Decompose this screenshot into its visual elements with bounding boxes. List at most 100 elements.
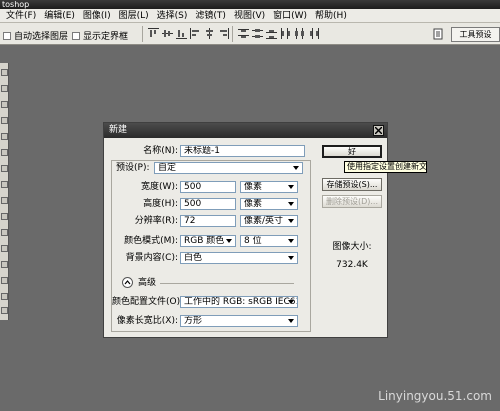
- marquee-tool-icon[interactable]: [1, 85, 8, 92]
- height-field[interactable]: 500: [180, 198, 236, 210]
- menu-file[interactable]: 文件(F): [2, 9, 40, 23]
- resolution-field[interactable]: 72: [180, 215, 236, 227]
- menu-image[interactable]: 图像(I): [79, 9, 115, 23]
- close-button[interactable]: [373, 125, 384, 136]
- align-vcenter-icon[interactable]: [162, 28, 173, 39]
- lasso-tool-icon[interactable]: [1, 101, 8, 108]
- color-mode-label: 颜色模式(M):: [124, 236, 178, 246]
- width-field[interactable]: 500: [180, 181, 236, 193]
- align-hcenter-icon[interactable]: [204, 28, 215, 39]
- color-profile-value: 工作中的 RGB: sRGB IEC6196...: [184, 297, 297, 307]
- ok-tooltip: 使用指定设置创建新文档: [344, 161, 427, 173]
- distribute-top-icon[interactable]: [238, 28, 249, 39]
- bit-depth-value: 8 位: [244, 236, 262, 246]
- quick-mask-icon[interactable]: [1, 307, 8, 314]
- height-unit-select[interactable]: 像素: [240, 198, 298, 210]
- brush-tool-icon[interactable]: [1, 149, 8, 156]
- preset-select[interactable]: 自定: [154, 162, 303, 174]
- gradient-tool-icon[interactable]: [1, 213, 8, 220]
- pixel-aspect-select[interactable]: 方形: [180, 315, 298, 327]
- crop-tool-icon[interactable]: [1, 117, 8, 124]
- blur-tool-icon[interactable]: [1, 229, 8, 236]
- menu-filter[interactable]: 滤镜(T): [191, 9, 230, 23]
- menu-layer[interactable]: 图层(L): [115, 9, 153, 23]
- advanced-toggle[interactable]: [122, 277, 133, 288]
- chevron-down-icon: [288, 185, 294, 189]
- distribute-left-icon[interactable]: [280, 28, 291, 39]
- pixel-aspect-label: 像素长宽比(X):: [116, 316, 178, 326]
- auto-select-checkbox[interactable]: [3, 31, 11, 40]
- menu-edit[interactable]: 编辑(E): [40, 9, 79, 23]
- align-bottom-icon[interactable]: [176, 28, 187, 39]
- menu-bar: 文件(F) 编辑(E) 图像(I) 图层(L) 选择(S) 滤镜(T) 视图(V…: [0, 9, 500, 23]
- chevron-down-icon: [288, 202, 294, 206]
- align-left-icon[interactable]: [190, 28, 201, 39]
- chevron-down-icon: [226, 239, 232, 243]
- show-bounds-checkbox[interactable]: [72, 31, 80, 40]
- distribute-right-icon[interactable]: [308, 28, 319, 39]
- width-unit-select[interactable]: 像素: [240, 181, 298, 193]
- menu-select[interactable]: 选择(S): [153, 9, 192, 23]
- stamp-tool-icon[interactable]: [1, 165, 8, 172]
- show-bounds-option[interactable]: 显示定界框: [72, 29, 128, 42]
- chevron-down-icon: [288, 300, 294, 304]
- width-unit-value: 像素: [244, 182, 263, 192]
- height-unit-value: 像素: [244, 199, 263, 209]
- menu-window[interactable]: 窗口(W): [269, 9, 311, 23]
- distribute-hcenter-icon[interactable]: [294, 28, 305, 39]
- ok-button[interactable]: 好: [322, 145, 382, 158]
- menu-view[interactable]: 视图(V): [230, 9, 269, 23]
- distribute-buttons: [238, 28, 319, 39]
- pen-tool-icon[interactable]: [1, 261, 8, 268]
- eraser-tool-icon[interactable]: [1, 197, 8, 204]
- chevron-down-icon: [288, 319, 294, 323]
- heal-tool-icon[interactable]: [1, 133, 8, 140]
- resolution-unit-value: 像素/英寸: [244, 216, 284, 226]
- tool-presets-tab[interactable]: 工具预设: [451, 27, 500, 42]
- chevron-up-icon: [124, 280, 131, 285]
- align-top-icon[interactable]: [148, 28, 159, 39]
- name-field[interactable]: 未标题-1: [180, 145, 305, 157]
- color-profile-select[interactable]: 工作中的 RGB: sRGB IEC6196...: [180, 296, 298, 308]
- show-bounds-label: 显示定界框: [83, 32, 129, 42]
- save-preset-button[interactable]: 存储预设(S)...: [322, 178, 382, 191]
- bit-depth-select[interactable]: 8 位: [240, 235, 298, 247]
- move-tool-icon[interactable]: [1, 69, 8, 76]
- options-separator: [232, 26, 233, 42]
- auto-select-layer-option[interactable]: 自动选择图层: [3, 29, 68, 42]
- distribute-bottom-icon[interactable]: [266, 28, 277, 39]
- resolution-unit-select[interactable]: 像素/英寸: [240, 215, 298, 227]
- options-bar: 自动选择图层 显示定界框 工具预设: [0, 23, 500, 45]
- distribute-vcenter-icon[interactable]: [252, 28, 263, 39]
- chevron-down-icon: [288, 219, 294, 223]
- history-brush-icon[interactable]: [1, 181, 8, 188]
- background-value: 白色: [184, 253, 203, 263]
- align-buttons: [148, 28, 229, 39]
- dialog-title-bar: 新建: [104, 123, 387, 138]
- color-profile-label: 颜色配置文件(O):: [112, 297, 184, 307]
- preset-label: 预设(P):: [116, 163, 150, 173]
- height-label: 高度(H):: [143, 199, 178, 209]
- chevron-down-icon: [288, 256, 294, 260]
- preset-value: 自定: [158, 163, 177, 173]
- color-swatch-icon[interactable]: [1, 293, 8, 300]
- delete-preset-button: 删除预设(D)...: [322, 195, 382, 208]
- menu-help[interactable]: 帮助(H): [311, 9, 351, 23]
- close-icon: [375, 127, 382, 134]
- resolution-label: 分辨率(R):: [134, 216, 178, 226]
- toolbox-panel: [0, 63, 9, 320]
- background-select[interactable]: 白色: [180, 252, 298, 264]
- advanced-divider: [160, 283, 294, 284]
- name-label: 名称(N):: [143, 146, 178, 156]
- watermark: Linyingyou.51.com: [378, 389, 492, 403]
- color-mode-select[interactable]: RGB 颜色: [180, 235, 236, 247]
- pixel-aspect-value: 方形: [184, 316, 203, 326]
- color-mode-value: RGB 颜色: [184, 236, 225, 246]
- type-tool-icon[interactable]: [1, 277, 8, 284]
- align-right-icon[interactable]: [218, 28, 229, 39]
- image-size-label: 图像大小:: [332, 242, 372, 252]
- options-separator: [142, 26, 143, 42]
- dodge-tool-icon[interactable]: [1, 245, 8, 252]
- auto-select-label: 自动选择图层: [14, 32, 69, 42]
- document-icon[interactable]: [432, 28, 444, 40]
